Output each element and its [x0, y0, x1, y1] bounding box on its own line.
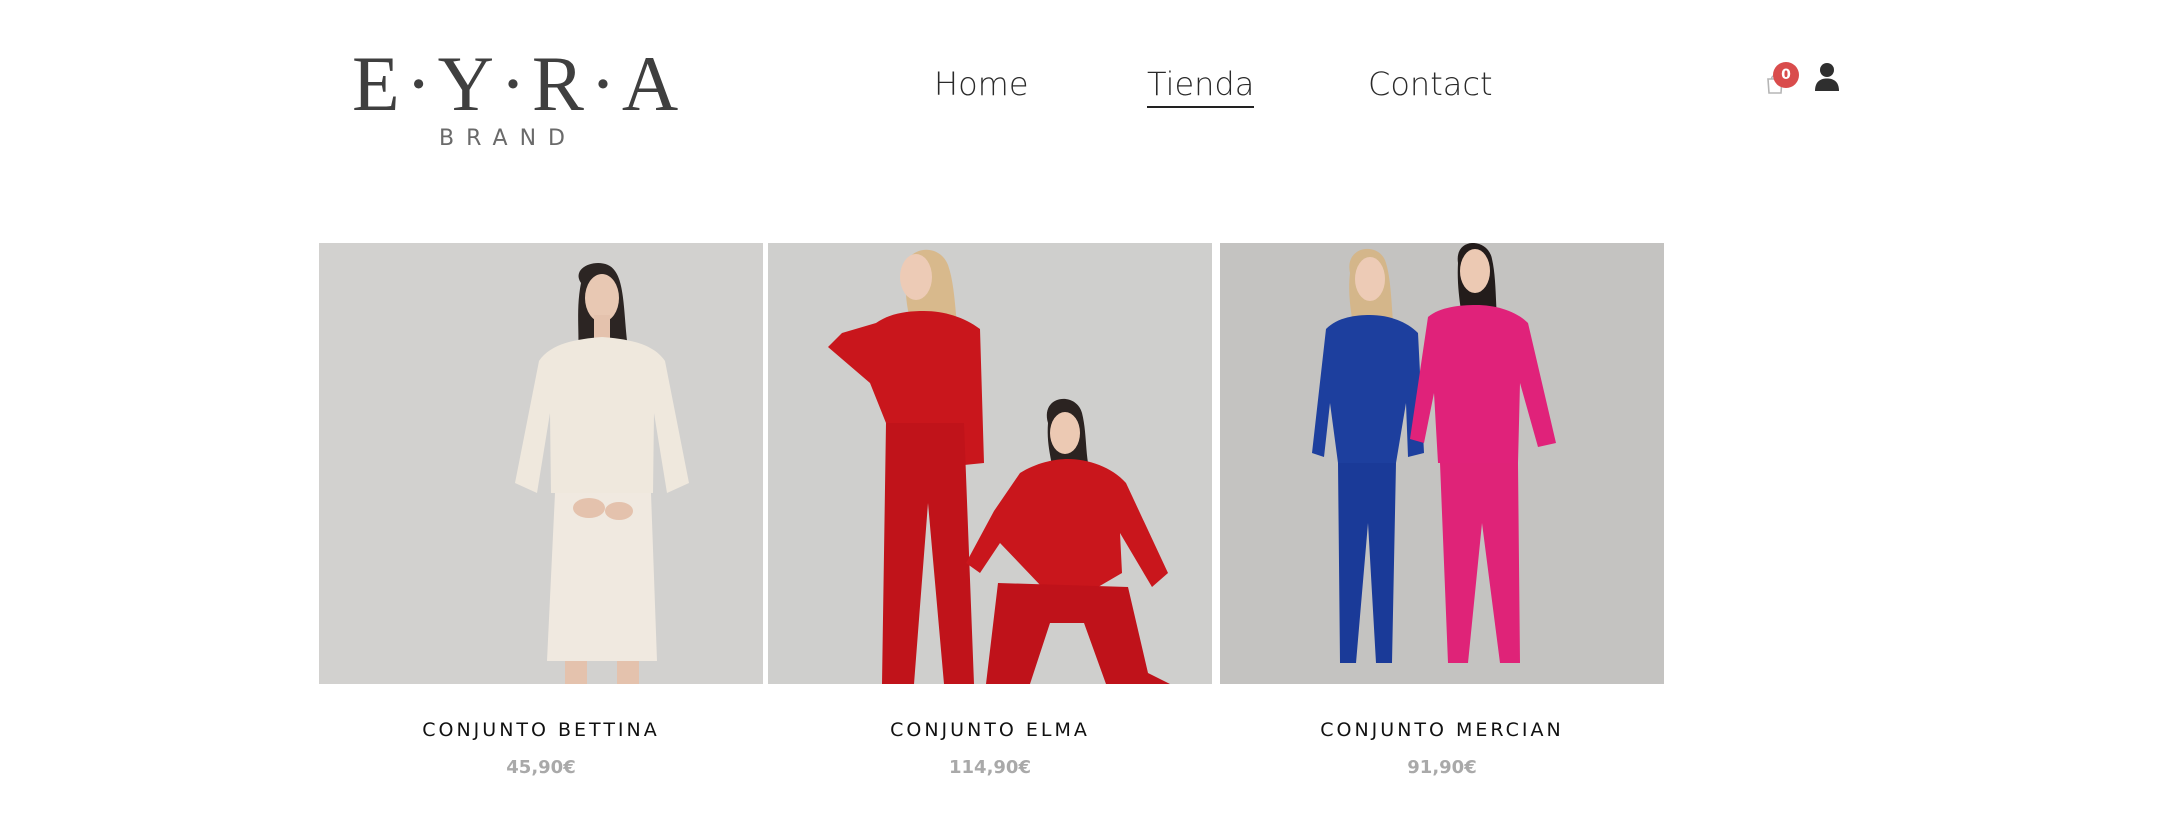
brand-tagline: BRAND: [439, 126, 577, 151]
nav-contact[interactable]: Contact: [1368, 62, 1493, 106]
product-name[interactable]: CONJUNTO ELMA: [768, 719, 1212, 741]
product-image[interactable]: [319, 243, 763, 684]
nav-home[interactable]: Home: [934, 62, 1029, 106]
product-card: CONJUNTO MERCIAN 91,90€: [1220, 243, 1664, 803]
cart-count-badge: 0: [1773, 62, 1799, 88]
product-image[interactable]: [768, 243, 1212, 684]
product-price: 45,90€: [506, 757, 576, 778]
product-price: 114,90€: [949, 757, 1031, 778]
product-image[interactable]: [1220, 243, 1664, 684]
site-header: E·Y·R·A BRAND Home Tienda Contact 0: [0, 0, 2182, 190]
main-nav: Home Tienda Contact: [0, 62, 2182, 112]
product-card: CONJUNTO BETTINA 45,90€: [319, 243, 763, 803]
product-card: CONJUNTO ELMA 114,90€: [768, 243, 1212, 803]
nav-tienda[interactable]: Tienda: [1147, 62, 1255, 108]
product-price: 91,90€: [1407, 757, 1477, 778]
user-icon[interactable]: [1813, 62, 1841, 92]
product-name[interactable]: CONJUNTO MERCIAN: [1220, 719, 1664, 741]
product-name[interactable]: CONJUNTO BETTINA: [319, 719, 763, 741]
